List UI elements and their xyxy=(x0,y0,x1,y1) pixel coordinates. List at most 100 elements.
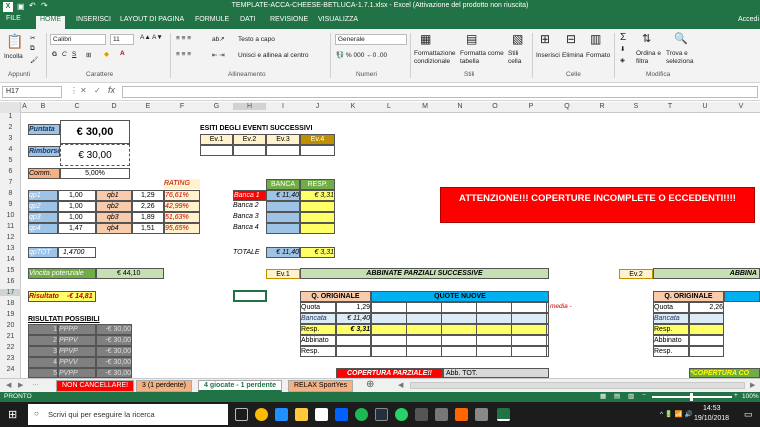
copy-icon[interactable]: ⧉ xyxy=(30,45,35,53)
row-header[interactable]: 20 xyxy=(0,322,21,329)
col-header-p[interactable]: P xyxy=(513,103,549,110)
file-explorer-icon[interactable] xyxy=(295,408,308,421)
align-top-icon[interactable]: ≡ ≡ ≡ xyxy=(176,35,191,42)
resp-cell[interactable] xyxy=(300,212,335,223)
zoom-out-icon[interactable]: − xyxy=(642,392,646,399)
app-icon[interactable] xyxy=(415,408,428,421)
cut-icon[interactable]: ✂ xyxy=(30,34,35,42)
bold-icon[interactable]: G xyxy=(52,51,57,58)
app-icon[interactable] xyxy=(435,408,448,421)
next-sheet-icon[interactable]: ▶ xyxy=(18,381,23,389)
sheet-tab-relax-sportyes[interactable]: RELAX SportYes xyxy=(288,380,354,392)
sign-in-link[interactable]: Accedi xyxy=(738,16,759,23)
zoom-slider[interactable] xyxy=(652,393,732,401)
col-header-n[interactable]: N xyxy=(443,103,477,110)
row-header[interactable]: 19 xyxy=(0,311,21,318)
format-as-table-button[interactable]: Formatta come tabella xyxy=(460,50,504,66)
format-cells-button[interactable]: Formato xyxy=(586,52,610,59)
taskbar-date[interactable]: 19/10/2018 xyxy=(694,415,729,422)
amazon-icon[interactable] xyxy=(375,408,388,421)
row-header[interactable]: 10 xyxy=(0,212,21,219)
banca-cell[interactable] xyxy=(266,201,300,212)
row-header[interactable]: 14 xyxy=(0,256,21,263)
name-box[interactable]: H17 xyxy=(2,86,62,98)
qp1-value[interactable]: 1,00 xyxy=(58,190,96,201)
abbinato2-cell[interactable] xyxy=(689,335,724,346)
task-view-icon[interactable] xyxy=(235,408,248,421)
resp4-cell[interactable] xyxy=(689,346,724,357)
banca-cell[interactable] xyxy=(266,223,300,234)
row-header[interactable]: 5 xyxy=(0,157,21,164)
rimborso-value[interactable]: € 30,00 xyxy=(60,144,130,166)
quota2-value[interactable]: 2,26 xyxy=(689,302,724,313)
col-header-g[interactable]: G xyxy=(200,103,233,110)
autosum-icon[interactable]: Σ xyxy=(620,32,626,43)
insert-cells-icon[interactable]: ⊞ xyxy=(540,32,550,46)
row-header[interactable]: 24 xyxy=(0,366,21,373)
font-size-select[interactable]: 11 xyxy=(110,34,134,45)
active-cell-h17[interactable] xyxy=(233,290,267,302)
zoom-level[interactable]: 100% xyxy=(742,393,759,400)
format-painter-icon[interactable]: 🖌 xyxy=(30,56,38,64)
row-header[interactable]: 7 xyxy=(0,179,21,186)
tab-file[interactable]: FILE xyxy=(0,15,30,28)
function-icon[interactable]: fx xyxy=(108,85,115,95)
resp-cell[interactable] xyxy=(300,201,335,212)
col-header-q[interactable]: Q xyxy=(549,103,585,110)
wrap-text-button[interactable]: Testo a capo xyxy=(238,36,275,43)
puntata-value[interactable]: € 30,00 xyxy=(60,120,130,144)
sort-filter-icon[interactable]: ⇅ xyxy=(642,32,651,45)
enter-icon[interactable]: ✓ xyxy=(94,86,101,95)
number-format-select[interactable]: Generale xyxy=(335,34,407,45)
indent-icon[interactable]: ⇤ ⇥ xyxy=(212,51,225,59)
cell-styles-button[interactable]: Stili cella xyxy=(508,50,530,66)
delete-cells-button[interactable]: Elimina xyxy=(562,52,583,59)
formula-input[interactable] xyxy=(122,86,758,98)
esiti-cell[interactable] xyxy=(233,145,266,156)
row-header[interactable]: 9 xyxy=(0,201,21,208)
row-header[interactable]: 16 xyxy=(0,278,21,285)
sheet-tab-4-giocate[interactable]: 4 giocate - 1 perdente xyxy=(198,380,282,392)
row-header[interactable]: 6 xyxy=(0,168,21,175)
merge-center-button[interactable]: Unisci e allinea al centro xyxy=(238,52,308,59)
prev-sheet-icon[interactable]: ◀ xyxy=(6,381,11,389)
resp1-value[interactable]: € 3,31 xyxy=(300,190,335,201)
font-color-icon[interactable]: A xyxy=(120,50,125,57)
tab-home[interactable]: HOME xyxy=(36,16,65,29)
col-header-u[interactable]: U xyxy=(687,103,723,110)
clear-icon[interactable]: ◈ xyxy=(620,56,625,64)
format-table-icon[interactable]: ▤ xyxy=(466,32,477,46)
sort-filter-button[interactable]: Ordina e filtra xyxy=(636,50,664,66)
action-center-icon[interactable]: ▭ xyxy=(744,409,753,420)
qptot-value[interactable]: 1,4700 xyxy=(58,247,96,258)
col-header-t[interactable]: T xyxy=(653,103,687,110)
select-all-corner[interactable] xyxy=(0,102,21,113)
col-header-c[interactable]: C xyxy=(58,103,96,110)
row-header[interactable]: 22 xyxy=(0,344,21,351)
windows-start-icon[interactable]: ⊞ xyxy=(8,408,17,421)
spotify-icon[interactable] xyxy=(355,408,368,421)
delete-cells-icon[interactable]: ⊟ xyxy=(566,32,576,46)
grow-font-icon[interactable]: A▲ xyxy=(140,34,151,41)
col-header-j[interactable]: J xyxy=(300,103,335,110)
banca1-value[interactable]: € 11,40 xyxy=(266,190,300,201)
row-header[interactable]: 23 xyxy=(0,355,21,362)
view-normal-icon[interactable]: ▦ xyxy=(600,392,606,400)
taskbar-search[interactable]: ○ Scrivi qui per eseguire la ricerca xyxy=(28,404,228,425)
horizontal-scrollbar[interactable] xyxy=(410,382,745,389)
tab-revisione[interactable]: REVISIONE xyxy=(270,16,308,23)
resp-cell[interactable] xyxy=(300,223,335,234)
more-sheets-icon[interactable]: … xyxy=(32,380,39,387)
insert-cells-button[interactable]: Inserisci xyxy=(536,52,560,59)
font-name-select[interactable]: Calibri xyxy=(50,34,106,45)
edge-icon[interactable] xyxy=(275,408,288,421)
resp2-cell[interactable] xyxy=(336,346,371,357)
italic-icon[interactable]: C xyxy=(62,51,67,58)
abbinato-row[interactable] xyxy=(371,335,549,346)
zoom-thumb[interactable] xyxy=(690,393,693,401)
add-sheet-icon[interactable]: ⊕ xyxy=(366,379,374,390)
tab-dati[interactable]: DATI xyxy=(240,16,255,23)
qb2-value[interactable]: 2,26 xyxy=(132,201,164,212)
qb4-value[interactable]: 1,51 xyxy=(132,223,164,234)
col-header-k[interactable]: K xyxy=(335,103,371,110)
